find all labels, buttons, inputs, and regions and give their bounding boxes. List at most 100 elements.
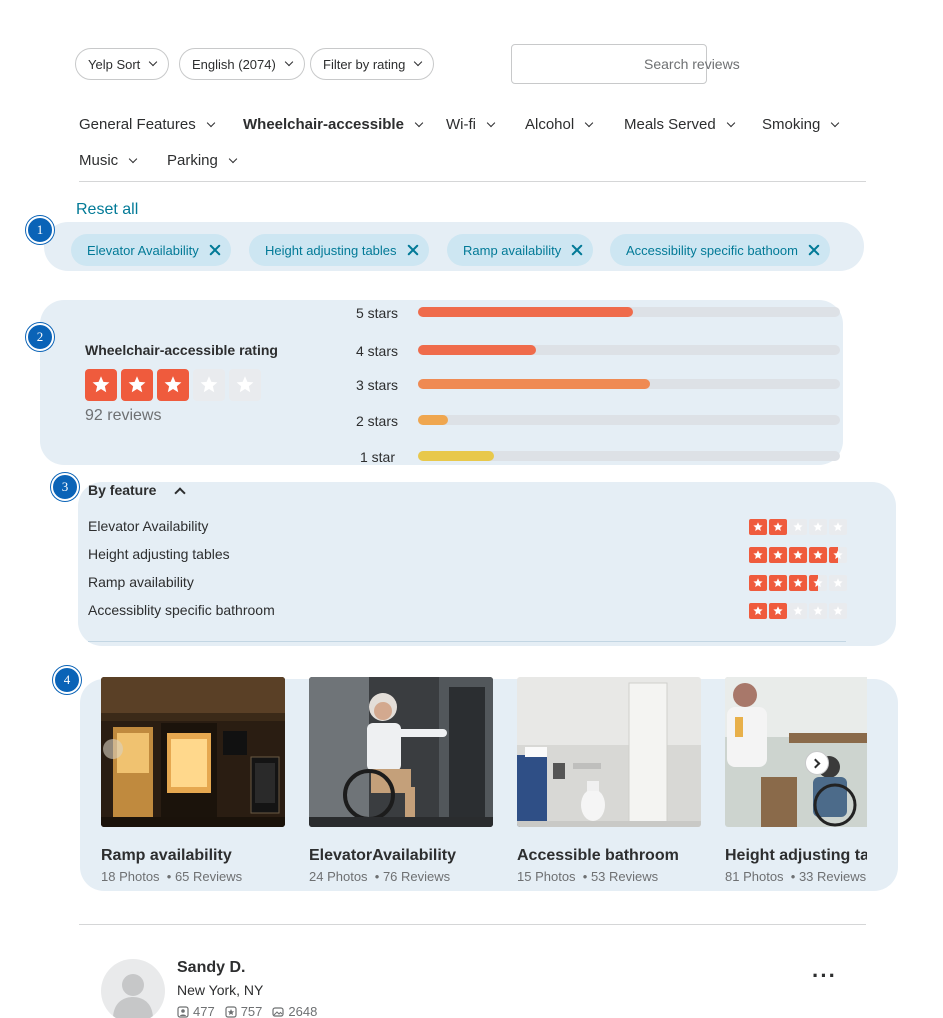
star-icon — [769, 603, 787, 619]
photo-card-title: ElevatorAvailability — [309, 847, 457, 864]
tab-label: Music — [79, 152, 119, 169]
feature-label: Height adjusting tables — [88, 546, 230, 562]
review-count: 53 Reviews — [590, 869, 659, 884]
star-icon — [85, 369, 117, 401]
photo-count: 24 Photos — [309, 869, 368, 884]
tab-label: Wi-fi — [446, 116, 476, 133]
rating-bar-fill — [418, 345, 537, 355]
rating-bar-1[interactable] — [418, 451, 840, 461]
star-icon — [789, 547, 807, 563]
star-icon — [749, 519, 767, 535]
rating-bar-3[interactable] — [418, 379, 840, 389]
photo-card[interactable]: ElevatorAvailability 24 Photos • 76 Revi… — [309, 677, 493, 884]
reset-all-link[interactable]: Reset all — [76, 201, 138, 219]
chip-label: Ramp availability — [463, 242, 562, 258]
star-icon — [769, 547, 787, 563]
by-feature-panel — [78, 482, 896, 646]
reviewer-location: New York, NY — [177, 982, 264, 998]
rating-filter-label: Filter by rating — [323, 56, 406, 72]
feature-divider — [88, 641, 846, 642]
photo-card[interactable]: Height adjusting tables 81 Photos • 33 R… — [725, 677, 867, 884]
review-count: 65 Reviews — [174, 869, 243, 884]
review-star-icon — [225, 1005, 237, 1018]
tab-meals-served[interactable]: Meals Served — [624, 116, 735, 133]
more-options-button[interactable]: ··· — [812, 965, 837, 987]
star-icon — [809, 603, 827, 619]
filter-chip-ramp[interactable]: Ramp availability — [447, 234, 594, 266]
chevron-right-icon — [810, 758, 821, 768]
chip-label: Accessibility specific bathoom — [626, 242, 798, 258]
friends-count: 477 — [193, 1004, 215, 1018]
photo-carousel: Ramp availability 18 Photos • 65 Reviews… — [101, 677, 867, 891]
close-icon[interactable] — [571, 244, 583, 256]
chevron-down-icon — [831, 118, 840, 127]
feature-stars — [749, 575, 847, 591]
avatar[interactable] — [101, 959, 165, 1018]
search-input[interactable] — [512, 45, 706, 83]
language-dropdown[interactable]: English (2074) — [179, 48, 305, 80]
photo-count: 18 Photos — [101, 869, 160, 884]
photo-card-meta: 24 Photos • 76 Reviews — [309, 869, 451, 884]
close-icon[interactable] — [407, 244, 419, 256]
tab-label: Parking — [167, 152, 218, 169]
photo-card[interactable]: Accessible bathroom 15 Photos • 53 Revie… — [517, 677, 701, 884]
search-box — [511, 44, 707, 84]
tab-wi-fi[interactable]: Wi-fi — [446, 116, 496, 133]
tabs-divider — [79, 181, 866, 182]
rating-bar-fill — [418, 379, 651, 389]
chevron-down-icon — [206, 118, 215, 127]
tab-general-features[interactable]: General Features — [79, 116, 215, 133]
filter-chip-elevator[interactable]: Elevator Availability — [71, 234, 231, 266]
tab-alcohol[interactable]: Alcohol — [525, 116, 594, 133]
feature-label: Ramp availability — [88, 574, 194, 590]
user-silhouette-icon — [113, 974, 153, 1018]
photos-stat: 2648 — [272, 1004, 317, 1018]
photo-card[interactable]: Ramp availability 18 Photos • 65 Reviews — [101, 677, 285, 884]
tab-label: General Features — [79, 116, 196, 133]
sort-dropdown[interactable]: Yelp Sort — [75, 48, 170, 80]
filter-chip-bathroom[interactable]: Accessibility specific bathoom — [610, 234, 830, 266]
tab-label: Smoking — [762, 116, 821, 133]
by-feature-title: By feature — [88, 482, 157, 498]
close-icon[interactable] — [209, 244, 221, 256]
chevron-down-icon — [486, 118, 496, 127]
rating-bar-2[interactable] — [418, 415, 840, 425]
reviews-stat: 757 — [225, 1004, 262, 1018]
by-feature-toggle[interactable]: By feature — [88, 482, 187, 499]
chip-label: Height adjusting tables — [265, 242, 397, 258]
tab-smoking[interactable]: Smoking — [762, 116, 840, 133]
chevron-up-icon — [174, 487, 187, 499]
tab-label: Wheelchair-accessible — [243, 116, 404, 133]
reviewer-name[interactable]: Sandy D. — [177, 959, 245, 977]
chevron-down-icon — [584, 118, 594, 127]
step-badge-1: 1 — [26, 216, 54, 244]
rating-filter-dropdown[interactable]: Filter by rating — [310, 48, 435, 80]
photo-card-title: Ramp availability — [101, 847, 232, 864]
rating-bar-5[interactable] — [418, 307, 840, 317]
chip-label: Elevator Availability — [87, 242, 199, 258]
filter-chip-height-tables[interactable]: Height adjusting tables — [249, 234, 429, 266]
photos-count: 2648 — [288, 1004, 318, 1018]
rating-bar-fill — [418, 307, 634, 317]
star-icon — [809, 519, 827, 535]
star-icon — [769, 519, 787, 535]
rating-bar-4[interactable] — [418, 345, 840, 355]
star-icon — [789, 519, 807, 535]
star-icon — [809, 547, 827, 563]
feature-stars — [749, 547, 847, 563]
feature-label: Elevator Availability — [88, 518, 209, 534]
tab-parking[interactable]: Parking — [167, 152, 238, 169]
tab-music[interactable]: Music — [79, 152, 138, 169]
photo-count: 15 Photos — [517, 869, 576, 884]
review-count: 92 reviews — [85, 407, 162, 424]
sort-label: Yelp Sort — [88, 56, 141, 72]
photo-icon — [272, 1006, 285, 1017]
carousel-next-button[interactable] — [805, 751, 829, 775]
photo-elevator — [309, 677, 493, 827]
rating-bar-fill — [418, 451, 494, 461]
overall-star-rating — [85, 369, 261, 401]
rating-bar-label: 1 star — [359, 449, 395, 465]
tab-wheelchair-accessible[interactable]: Wheelchair-accessible — [243, 116, 424, 133]
close-icon[interactable] — [808, 244, 820, 256]
chevron-down-icon — [414, 57, 423, 67]
